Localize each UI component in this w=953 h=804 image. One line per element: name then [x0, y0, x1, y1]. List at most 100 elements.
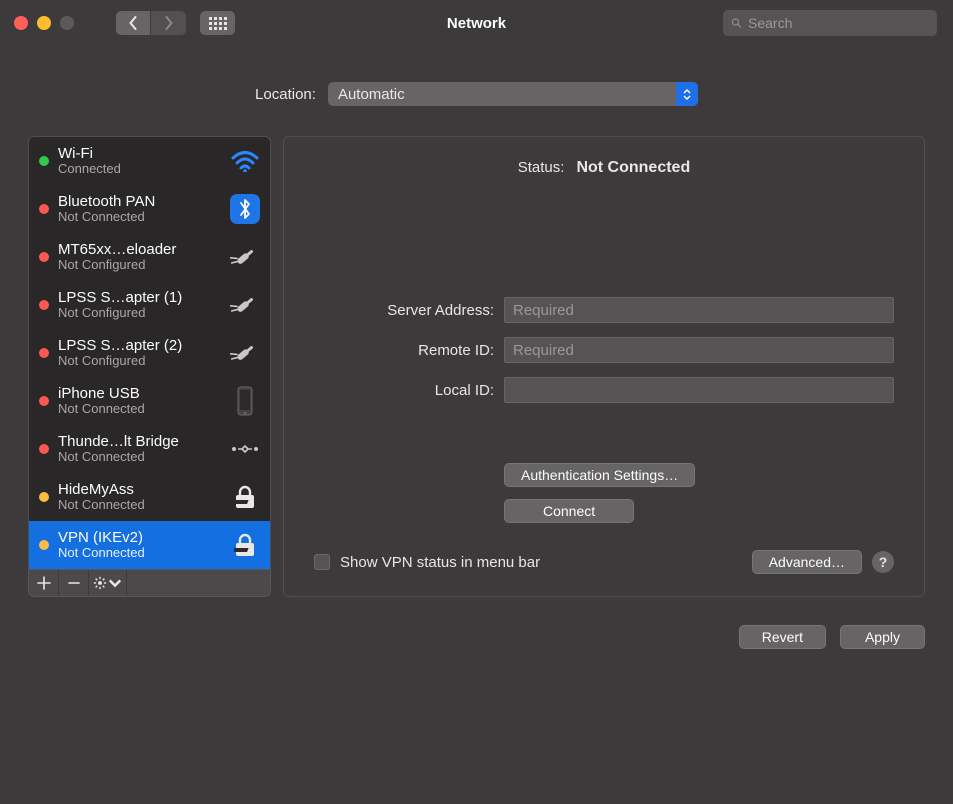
remove-service-button[interactable] [59, 570, 89, 596]
service-status: Not Connected [58, 210, 219, 225]
service-text: Bluetooth PAN Not Connected [58, 193, 219, 225]
service-name: Bluetooth PAN [58, 193, 219, 210]
status-dot [39, 444, 49, 454]
status-row: Status: Not Connected [314, 159, 894, 177]
service-text: LPSS S…apter (2) Not Configured [58, 337, 219, 369]
service-name: Wi-Fi [58, 145, 219, 162]
modem-icon [228, 336, 262, 370]
service-text: iPhone USB Not Connected [58, 385, 219, 417]
service-name: iPhone USB [58, 385, 219, 402]
server-address-row: Server Address: [314, 297, 894, 323]
status-dot [39, 204, 49, 214]
service-item[interactable]: iPhone USB Not Connected [29, 377, 270, 425]
service-item[interactable]: HideMyAss Not Connected [29, 473, 270, 521]
service-status: Not Connected [58, 402, 219, 417]
chevron-down-icon [108, 576, 122, 590]
minimize-window-button[interactable] [37, 16, 51, 30]
titlebar: Network [0, 0, 953, 46]
service-status: Not Configured [58, 354, 219, 369]
service-actions-menu[interactable] [89, 570, 127, 596]
sidebar-footer [28, 569, 271, 597]
search-field[interactable] [723, 10, 937, 36]
status-value: Not Connected [576, 159, 690, 177]
service-name: Thunde…lt Bridge [58, 433, 219, 450]
forward-button[interactable] [151, 11, 186, 35]
back-button[interactable] [116, 11, 151, 35]
modem-icon [228, 288, 262, 322]
service-item[interactable]: VPN (IKEv2) Not Connected [29, 521, 270, 569]
local-id-label: Local ID: [314, 382, 494, 399]
modem-icon [228, 240, 262, 274]
help-button[interactable]: ? [872, 551, 894, 573]
gear-icon [93, 576, 107, 590]
sidebar: Wi-Fi Connected Bluetooth PAN Not Connec… [28, 136, 271, 597]
show-vpn-status-checkbox[interactable] [314, 554, 330, 570]
search-input[interactable] [748, 15, 929, 31]
service-text: HideMyAss Not Connected [58, 481, 219, 513]
show-vpn-status-label: Show VPN status in menu bar [340, 554, 540, 571]
service-list: Wi-Fi Connected Bluetooth PAN Not Connec… [28, 136, 271, 569]
status-dot [39, 348, 49, 358]
service-name: MT65xx…eloader [58, 241, 219, 258]
status-dot [39, 300, 49, 310]
service-name: LPSS S…apter (1) [58, 289, 219, 306]
service-item[interactable]: LPSS S…apter (1) Not Configured [29, 281, 270, 329]
apply-button[interactable]: Apply [840, 625, 925, 649]
advanced-button[interactable]: Advanced… [752, 550, 862, 574]
remote-id-input[interactable] [504, 337, 894, 363]
show-all-button[interactable] [200, 11, 235, 35]
window-title: Network [447, 15, 506, 32]
service-item[interactable]: Wi-Fi Connected [29, 137, 270, 185]
plus-icon [37, 576, 51, 590]
status-dot [39, 156, 49, 166]
wifi-icon [228, 144, 262, 178]
minus-icon [67, 576, 81, 590]
location-label: Location: [255, 86, 316, 103]
connection-buttons: Authentication Settings… Connect [504, 463, 894, 523]
authentication-settings-button[interactable]: Authentication Settings… [504, 463, 695, 487]
status-dot [39, 492, 49, 502]
location-value: Automatic [328, 86, 405, 103]
local-id-input[interactable] [504, 377, 894, 403]
status-dot [39, 540, 49, 550]
vpn-icon [228, 528, 262, 562]
service-name: HideMyAss [58, 481, 219, 498]
close-window-button[interactable] [14, 16, 28, 30]
remote-id-row: Remote ID: [314, 337, 894, 363]
detail-bottom-row: Show VPN status in menu bar Advanced… ? [314, 550, 894, 574]
server-address-input[interactable] [504, 297, 894, 323]
iphone-icon [228, 384, 262, 418]
service-status: Not Connected [58, 498, 219, 513]
bridge-icon [228, 432, 262, 466]
service-text: Thunde…lt Bridge Not Connected [58, 433, 219, 465]
service-item[interactable]: Thunde…lt Bridge Not Connected [29, 425, 270, 473]
service-status: Not Configured [58, 258, 219, 273]
connect-button[interactable]: Connect [504, 499, 634, 523]
service-status: Not Connected [58, 450, 219, 465]
dropdown-stepper-icon [676, 82, 698, 106]
remote-id-label: Remote ID: [314, 342, 494, 359]
service-status: Not Connected [58, 546, 219, 561]
server-address-label: Server Address: [314, 302, 494, 319]
detail-pane: Status: Not Connected Server Address: Re… [283, 136, 925, 597]
search-icon [731, 16, 742, 30]
service-status: Connected [58, 162, 219, 177]
grid-icon [209, 17, 227, 30]
vpn-icon [228, 480, 262, 514]
service-text: VPN (IKEv2) Not Connected [58, 529, 219, 561]
revert-button[interactable]: Revert [739, 625, 826, 649]
traffic-lights [14, 16, 74, 30]
service-item[interactable]: LPSS S…apter (2) Not Configured [29, 329, 270, 377]
zoom-window-button[interactable] [60, 16, 74, 30]
footer: Revert Apply [0, 625, 925, 649]
local-id-row: Local ID: [314, 377, 894, 403]
location-select[interactable]: Automatic [328, 82, 698, 106]
service-text: MT65xx…eloader Not Configured [58, 241, 219, 273]
status-dot [39, 396, 49, 406]
service-status: Not Configured [58, 306, 219, 321]
status-label: Status: [518, 159, 565, 177]
service-item[interactable]: MT65xx…eloader Not Configured [29, 233, 270, 281]
service-item[interactable]: Bluetooth PAN Not Connected [29, 185, 270, 233]
bluetooth-icon [228, 192, 262, 226]
add-service-button[interactable] [29, 570, 59, 596]
